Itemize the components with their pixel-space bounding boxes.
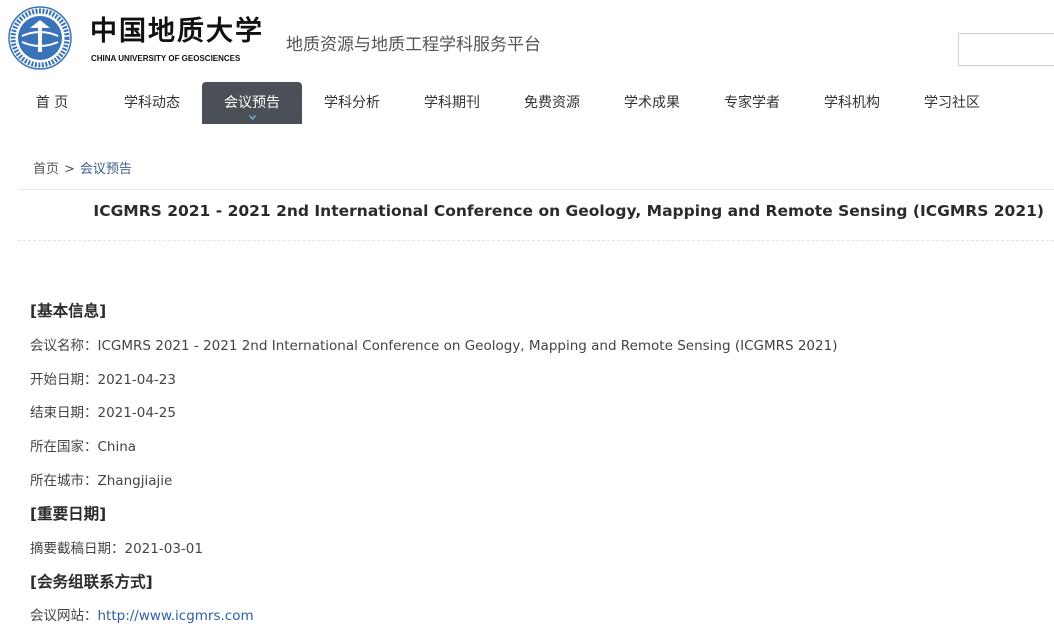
page-title: ICGMRS 2021 - 2021 2nd International Con… — [93, 202, 1044, 220]
info-label: 摘要截稿日期： — [30, 541, 125, 557]
info-city: 所在城市：Zhangjiajie — [30, 469, 172, 489]
info-label: 所在城市： — [30, 473, 98, 489]
nav-item-conference-preview[interactable]: 会议预告 — [202, 82, 302, 124]
section-heading-basic-info: [基本信息] — [30, 302, 107, 320]
info-value: 2021-03-01 — [124, 541, 203, 557]
logo-chinese-name: 中国地质大学 — [90, 16, 264, 47]
divider — [18, 189, 1054, 190]
breadcrumb-current-link[interactable]: 会议预告 — [80, 162, 132, 177]
info-country: 所在国家：China — [30, 435, 136, 455]
info-end-date: 结束日期：2021-04-25 — [30, 401, 176, 421]
nav-item-learning-community[interactable]: 学习社区 — [902, 82, 1002, 124]
section-heading-important-dates: [重要日期] — [30, 505, 107, 523]
nav-item-institutions[interactable]: 学科机构 — [802, 82, 902, 124]
search-input[interactable] — [958, 33, 1054, 66]
info-value: ICGMRS 2021 - 2021 2nd International Con… — [97, 338, 838, 354]
nav-item-home[interactable]: 首 页 — [2, 82, 102, 124]
logo-english-name: CHINA UNIVERSITY OF GEOSCIENCES — [91, 54, 241, 63]
info-website: 会议网站：http://www.icgmrs.com — [30, 604, 254, 624]
info-value: 2021-04-25 — [97, 405, 176, 421]
nav-item-experts[interactable]: 专家学者 — [702, 82, 802, 124]
info-label: 会议网站： — [30, 608, 98, 624]
breadcrumb: 首页 > 会议预告 — [33, 158, 132, 177]
info-value: 2021-04-23 — [97, 372, 176, 388]
chevron-down-icon — [248, 114, 257, 121]
info-label: 结束日期： — [30, 405, 98, 421]
info-start-date: 开始日期：2021-04-23 — [30, 368, 176, 388]
main-nav: 首 页 学科动态 会议预告 学科分析 学科期刊 免费资源 学术成果 专家学者 学… — [0, 82, 1054, 124]
info-label: 开始日期： — [30, 372, 98, 388]
info-value: Zhangjiajie — [97, 473, 173, 489]
conference-website-link[interactable]: http://www.icgmrs.com — [98, 608, 254, 624]
nav-item-journals[interactable]: 学科期刊 — [402, 82, 502, 124]
nav-item-academic-results[interactable]: 学术成果 — [602, 82, 702, 124]
info-label: 所在国家： — [30, 439, 98, 455]
info-value: China — [97, 439, 137, 455]
divider — [18, 240, 1054, 241]
breadcrumb-home-link[interactable]: 首页 — [33, 162, 59, 177]
section-heading-contact: [会务组联系方式] — [30, 573, 153, 591]
info-abstract-deadline: 摘要截稿日期：2021-03-01 — [30, 537, 203, 557]
breadcrumb-separator: > — [64, 162, 75, 177]
info-label: 会议名称： — [30, 338, 98, 354]
university-seal-logo[interactable] — [8, 6, 72, 70]
platform-title: 地质资源与地质工程学科服务平台 — [286, 35, 541, 55]
nav-item-free-resources[interactable]: 免费资源 — [502, 82, 602, 124]
info-conference-name: 会议名称：ICGMRS 2021 - 2021 2nd Internationa… — [30, 334, 837, 354]
nav-item-label: 会议预告 — [224, 95, 280, 111]
nav-item-discipline-analysis[interactable]: 学科分析 — [302, 82, 402, 124]
nav-item-discipline-news[interactable]: 学科动态 — [102, 82, 202, 124]
